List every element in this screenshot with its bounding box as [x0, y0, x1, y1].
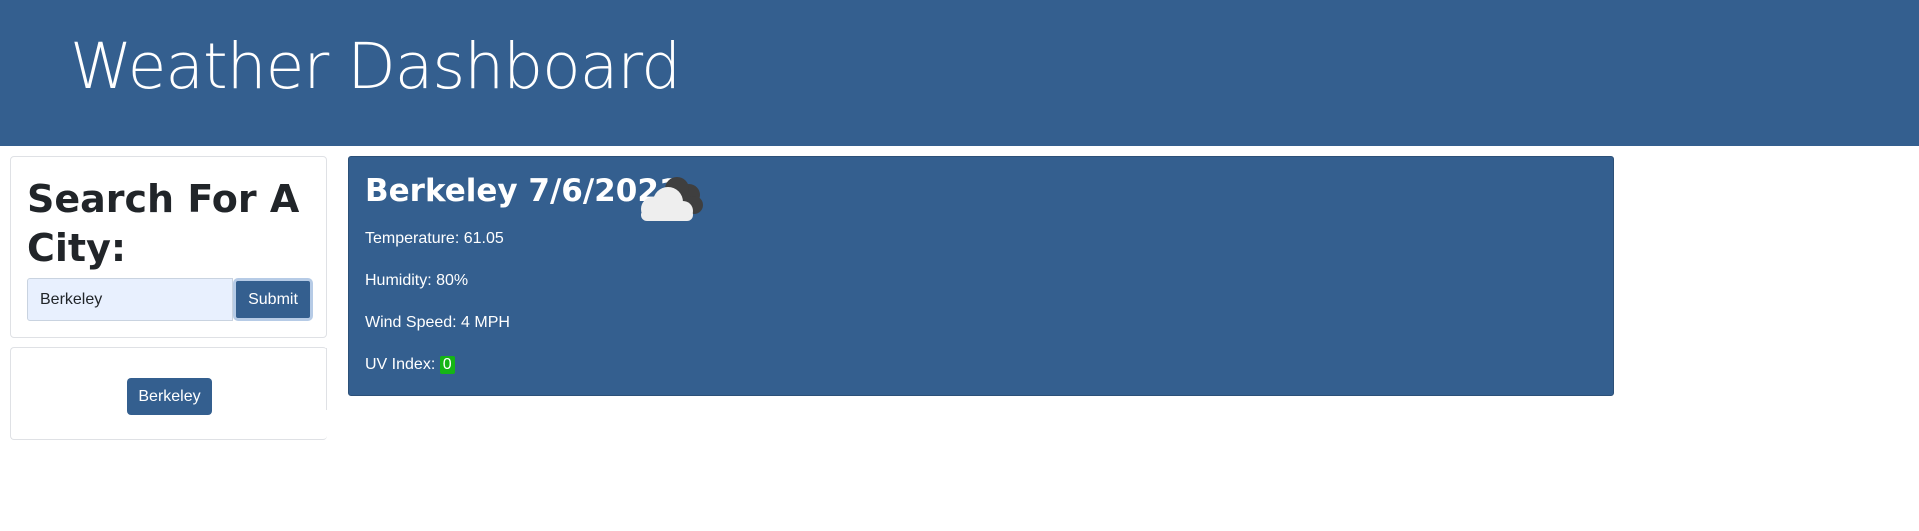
- current-weather-card: Berkeley 7/6/2021 Temperature: 61.05 Hum…: [348, 156, 1614, 396]
- search-heading: Search For A City:: [27, 177, 300, 270]
- header-banner: Weather Dashboard: [0, 0, 1919, 146]
- cloudy-icon: [641, 177, 703, 221]
- city-search-input[interactable]: [27, 278, 233, 321]
- uv-index-row: UV Index: 0: [365, 356, 455, 374]
- uv-index-label: UV Index:: [365, 356, 440, 373]
- humidity-text: Humidity: 80%: [365, 272, 469, 289]
- wind-speed-text: Wind Speed: 4 MPH: [365, 314, 510, 331]
- history-city-button[interactable]: Berkeley: [127, 378, 212, 415]
- submit-button[interactable]: Submit: [233, 278, 313, 321]
- search-card: Search For A City: Submit: [10, 156, 327, 338]
- temperature-text: Temperature: 61.05: [365, 230, 504, 247]
- card-border: [326, 348, 327, 410]
- search-history-card: Berkeley: [10, 347, 327, 440]
- uv-index-badge: 0: [439, 356, 455, 374]
- page-title: Weather Dashboard: [70, 30, 681, 103]
